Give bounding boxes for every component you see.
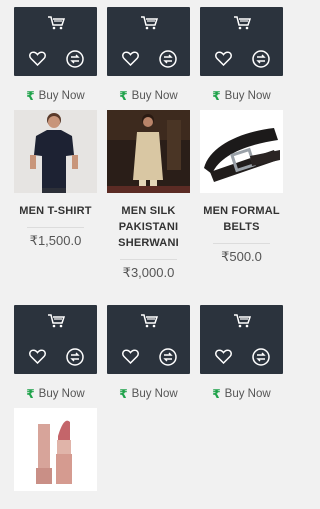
product-actions-cell: ₹ Buy Now bbox=[14, 7, 97, 110]
cart-icon[interactable] bbox=[233, 16, 251, 30]
divider bbox=[213, 243, 270, 244]
buy-now-label: Buy Now bbox=[224, 388, 271, 400]
buy-now-label: Buy Now bbox=[131, 388, 178, 400]
buy-now-label: Buy Now bbox=[38, 388, 85, 400]
compare-icon[interactable] bbox=[252, 348, 270, 366]
product-price: ₹1,500.0 bbox=[29, 233, 82, 248]
product-card[interactable] bbox=[14, 408, 97, 491]
buy-now-button[interactable]: ₹ Buy Now bbox=[119, 88, 177, 104]
product-name[interactable]: MEN FORMAL BELTS bbox=[200, 203, 283, 235]
compare-icon[interactable] bbox=[66, 50, 84, 68]
rupee-icon: ₹ bbox=[119, 387, 128, 401]
cart-icon[interactable] bbox=[47, 16, 65, 30]
product-action-card bbox=[14, 305, 97, 374]
buy-now-button[interactable]: ₹ Buy Now bbox=[26, 386, 84, 402]
product-name[interactable]: MEN SILK PAKISTANI SHERWANI bbox=[107, 203, 190, 251]
product-actions-cell: ₹ Buy Now bbox=[14, 305, 97, 408]
divider bbox=[27, 227, 84, 228]
heart-icon[interactable] bbox=[215, 51, 232, 66]
product-grid: ₹ Buy Now ₹ Buy Now ₹ Buy Now MEN T-SHIR… bbox=[14, 7, 287, 491]
rupee-icon: ₹ bbox=[26, 89, 35, 103]
heart-icon[interactable] bbox=[122, 349, 139, 364]
heart-icon[interactable] bbox=[215, 349, 232, 364]
product-actions-cell: ₹ Buy Now bbox=[107, 7, 190, 110]
product-image-tshirt[interactable] bbox=[14, 110, 97, 193]
product-price: ₹3,000.0 bbox=[122, 265, 175, 280]
cart-icon[interactable] bbox=[47, 314, 65, 328]
compare-icon[interactable] bbox=[159, 348, 177, 366]
compare-icon[interactable] bbox=[159, 50, 177, 68]
rupee-icon: ₹ bbox=[119, 89, 128, 103]
compare-icon[interactable] bbox=[66, 348, 84, 366]
buy-now-button[interactable]: ₹ Buy Now bbox=[212, 386, 270, 402]
buy-now-button[interactable]: ₹ Buy Now bbox=[26, 88, 84, 104]
product-actions-cell: ₹ Buy Now bbox=[200, 305, 283, 408]
product-action-card bbox=[14, 7, 97, 76]
buy-now-label: Buy Now bbox=[38, 90, 85, 102]
product-action-card bbox=[200, 7, 283, 76]
product-actions-cell: ₹ Buy Now bbox=[200, 7, 283, 110]
rupee-icon: ₹ bbox=[26, 387, 35, 401]
buy-now-button[interactable]: ₹ Buy Now bbox=[119, 386, 177, 402]
rupee-icon: ₹ bbox=[212, 89, 221, 103]
heart-icon[interactable] bbox=[122, 51, 139, 66]
cart-icon[interactable] bbox=[233, 314, 251, 328]
compare-icon[interactable] bbox=[252, 50, 270, 68]
product-price: ₹500.0 bbox=[221, 249, 262, 264]
product-action-card bbox=[107, 305, 190, 374]
buy-now-label: Buy Now bbox=[131, 90, 178, 102]
divider bbox=[120, 259, 177, 260]
product-action-card bbox=[200, 305, 283, 374]
rupee-icon: ₹ bbox=[212, 387, 221, 401]
product-card[interactable]: MEN T-SHIRT ₹1,500.0 bbox=[14, 110, 97, 305]
heart-icon[interactable] bbox=[29, 349, 46, 364]
cart-icon[interactable] bbox=[140, 314, 158, 328]
product-action-card bbox=[107, 7, 190, 76]
product-image-lipstick[interactable] bbox=[14, 408, 97, 491]
product-image-sherwani[interactable] bbox=[107, 110, 190, 193]
heart-icon[interactable] bbox=[29, 51, 46, 66]
product-card[interactable]: MEN SILK PAKISTANI SHERWANI ₹3,000.0 bbox=[107, 110, 190, 305]
product-name[interactable]: MEN T-SHIRT bbox=[19, 203, 91, 219]
buy-now-label: Buy Now bbox=[224, 90, 271, 102]
product-actions-cell: ₹ Buy Now bbox=[107, 305, 190, 408]
cart-icon[interactable] bbox=[140, 16, 158, 30]
product-card[interactable]: MEN FORMAL BELTS ₹500.0 bbox=[200, 110, 283, 305]
buy-now-button[interactable]: ₹ Buy Now bbox=[212, 88, 270, 104]
product-image-belt[interactable] bbox=[200, 110, 283, 193]
